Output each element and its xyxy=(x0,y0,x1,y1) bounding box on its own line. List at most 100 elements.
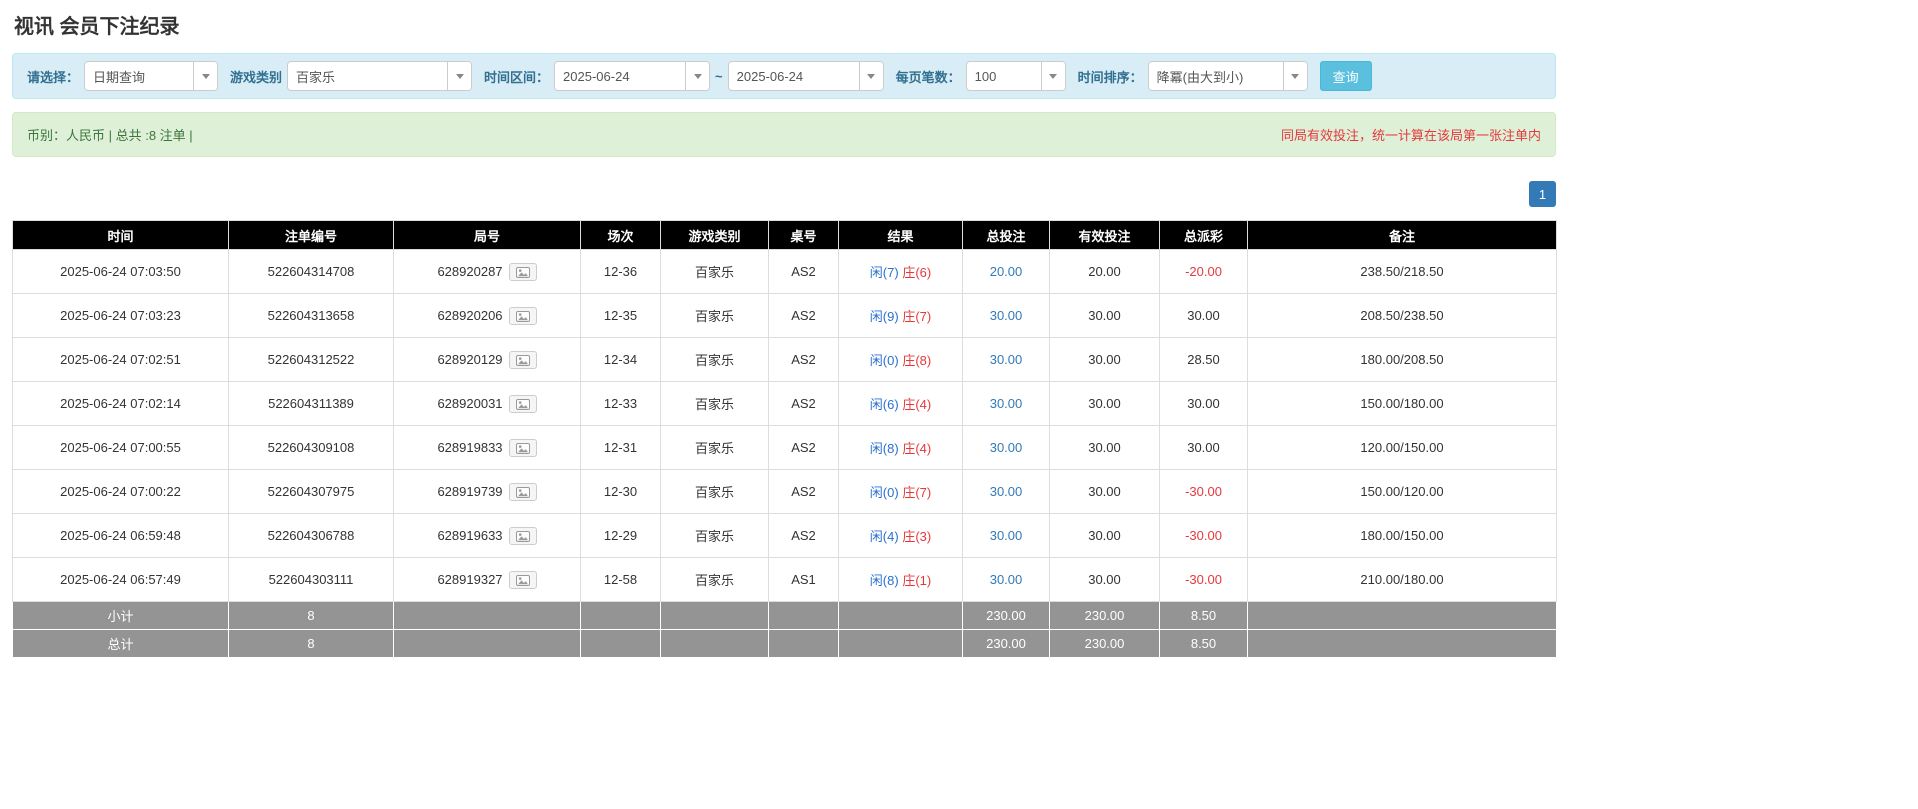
footer-empty-cell xyxy=(393,629,581,658)
total-payout: 8.50 xyxy=(1159,629,1248,658)
table-row: 2025-06-24 06:59:48 522604306788 628919633… xyxy=(12,513,1557,558)
round-id: 628920031 xyxy=(437,396,503,411)
date-to-picker[interactable]: 2025-06-24 xyxy=(727,61,884,91)
photo-icon xyxy=(515,354,530,366)
bet-records-table: 时间 注单编号 局号 场次 游戏类别 桌号 结果 总投注 有效投注 总派彩 备注 2025-06-2… xyxy=(12,220,1557,658)
remark-cell: 208.50/238.50 xyxy=(1247,293,1557,338)
bet-id-cell: 522604303111 xyxy=(228,557,394,602)
page-size-group: 每页笔数： 100 xyxy=(896,61,1066,91)
round-id: 628919633 xyxy=(437,528,503,543)
table-row: 2025-06-24 07:00:55 522604309108 628919833… xyxy=(12,425,1557,470)
total-total-bet: 230.00 xyxy=(962,629,1050,658)
sort-select[interactable]: 降冪(由大到小) xyxy=(1147,61,1308,91)
time-cell: 2025-06-24 06:57:49 xyxy=(12,557,229,602)
total-bet-link[interactable]: 20.00 xyxy=(990,264,1023,279)
total-bet-cell: 30.00 xyxy=(962,557,1050,602)
search-button[interactable]: 查询 xyxy=(1319,61,1372,91)
total-bet-cell: 30.00 xyxy=(962,293,1050,338)
column-header: 结果 xyxy=(838,220,963,250)
total-bet-link[interactable]: 30.00 xyxy=(990,396,1023,411)
query-type-group: 请选择： 日期查询 xyxy=(27,61,219,91)
session-cell: 12-31 xyxy=(580,425,661,470)
round-detail-button[interactable] xyxy=(508,570,537,589)
total-bet-link[interactable]: 30.00 xyxy=(990,484,1023,499)
select-caret-segment xyxy=(1040,62,1065,90)
game-type-select[interactable]: 百家乐 xyxy=(287,61,473,91)
bet-id-cell: 522604309108 xyxy=(228,425,394,470)
session-cell: 12-36 xyxy=(580,249,661,294)
select-caret-segment xyxy=(447,62,472,90)
round-detail-button[interactable] xyxy=(508,526,537,545)
filter-bar: 请选择： 日期查询 游戏类别 百家乐 时间区间： 2025-06-24 ~ 20… xyxy=(12,53,1556,99)
chevron-down-icon xyxy=(867,73,876,79)
round-detail-button[interactable] xyxy=(508,350,537,369)
query-type-value: 日期查询 xyxy=(93,69,146,85)
round-detail-button[interactable] xyxy=(508,438,537,457)
payout-cell: -30.00 xyxy=(1159,513,1248,558)
game-type-value: 百家乐 xyxy=(296,69,336,85)
game-type-cell: 百家乐 xyxy=(660,469,769,514)
round-cell: 628920031 xyxy=(393,381,581,426)
valid-bet-cell: 20.00 xyxy=(1049,249,1160,294)
result-cell: 闲(0) 庄(7) xyxy=(838,469,963,514)
round-detail-button[interactable] xyxy=(508,262,537,281)
query-type-select[interactable]: 日期查询 xyxy=(84,61,219,91)
round-detail-button[interactable] xyxy=(508,394,537,413)
chevron-down-icon xyxy=(1049,73,1058,79)
total-bet-link[interactable]: 30.00 xyxy=(990,528,1023,543)
time-range-group: 时间区间： 2025-06-24 ~ 2025-06-24 xyxy=(484,61,884,91)
table-row: 2025-06-24 07:02:51 522604312522 628920129… xyxy=(12,337,1557,382)
footer-empty-cell xyxy=(838,601,963,630)
total-bet-link[interactable]: 30.00 xyxy=(990,440,1023,455)
subtotal-total-bet: 230.00 xyxy=(962,601,1050,630)
round-detail-button[interactable] xyxy=(508,306,537,325)
round-id: 628920287 xyxy=(437,264,503,279)
pagination: 1 xyxy=(12,181,1556,207)
total-label: 总计 xyxy=(12,629,229,658)
date-from-picker[interactable]: 2025-06-24 xyxy=(554,61,711,91)
round-id: 628920206 xyxy=(437,308,503,323)
round-cell: 628920206 xyxy=(393,293,581,338)
select-caret-segment xyxy=(685,62,710,90)
page-button-1[interactable]: 1 xyxy=(1529,181,1556,207)
player-result: 闲(0) xyxy=(869,353,899,368)
total-bet-link[interactable]: 30.00 xyxy=(990,352,1023,367)
session-cell: 12-33 xyxy=(580,381,661,426)
valid-bet-notice: 同局有效投注，统一计算在该局第一张注单内 xyxy=(1280,128,1541,143)
result-cell: 闲(6) 庄(4) xyxy=(838,381,963,426)
round-cell: 628919739 xyxy=(393,469,581,514)
game-type-cell: 百家乐 xyxy=(660,293,769,338)
total-bet-link[interactable]: 30.00 xyxy=(990,572,1023,587)
main-container: 视讯 会员下注纪录 请选择： 日期查询 游戏类别 百家乐 时间区间： 2025-… xyxy=(12,0,1557,658)
game-type-cell: 百家乐 xyxy=(660,513,769,558)
player-result: 闲(0) xyxy=(869,485,899,500)
round-detail-button[interactable] xyxy=(508,482,537,501)
footer-empty-cell xyxy=(768,601,839,630)
photo-icon xyxy=(515,530,530,542)
page-size-select[interactable]: 100 xyxy=(965,61,1066,91)
result-cell: 闲(8) 庄(1) xyxy=(838,557,963,602)
select-caret-segment xyxy=(858,62,883,90)
table-no-cell: AS1 xyxy=(768,557,839,602)
total-bet-link[interactable]: 30.00 xyxy=(990,308,1023,323)
banker-result: 庄(4) xyxy=(902,397,932,412)
summary-bar: 币别：人民币 | 总共 :8 注单 | 同局有效投注，统一计算在该局第一张注单内 xyxy=(12,112,1556,157)
column-header: 有效投注 xyxy=(1049,220,1160,250)
round-cell: 628919833 xyxy=(393,425,581,470)
round-cell: 628920287 xyxy=(393,249,581,294)
result-cell: 闲(9) 庄(7) xyxy=(838,293,963,338)
total-valid-bet: 230.00 xyxy=(1049,629,1160,658)
banker-result: 庄(1) xyxy=(902,573,932,588)
remark-cell: 180.00/150.00 xyxy=(1247,513,1557,558)
footer-empty-cell xyxy=(393,601,581,630)
photo-icon xyxy=(515,266,530,278)
column-header: 场次 xyxy=(580,220,661,250)
chevron-down-icon xyxy=(693,73,702,79)
footer-empty-cell xyxy=(660,629,769,658)
table-no-cell: AS2 xyxy=(768,469,839,514)
query-type-label: 请选择： xyxy=(27,69,80,85)
total-bet-cell: 30.00 xyxy=(962,337,1050,382)
table-no-cell: AS2 xyxy=(768,293,839,338)
time-range-label: 时间区间： xyxy=(484,69,550,85)
table-no-cell: AS2 xyxy=(768,249,839,294)
